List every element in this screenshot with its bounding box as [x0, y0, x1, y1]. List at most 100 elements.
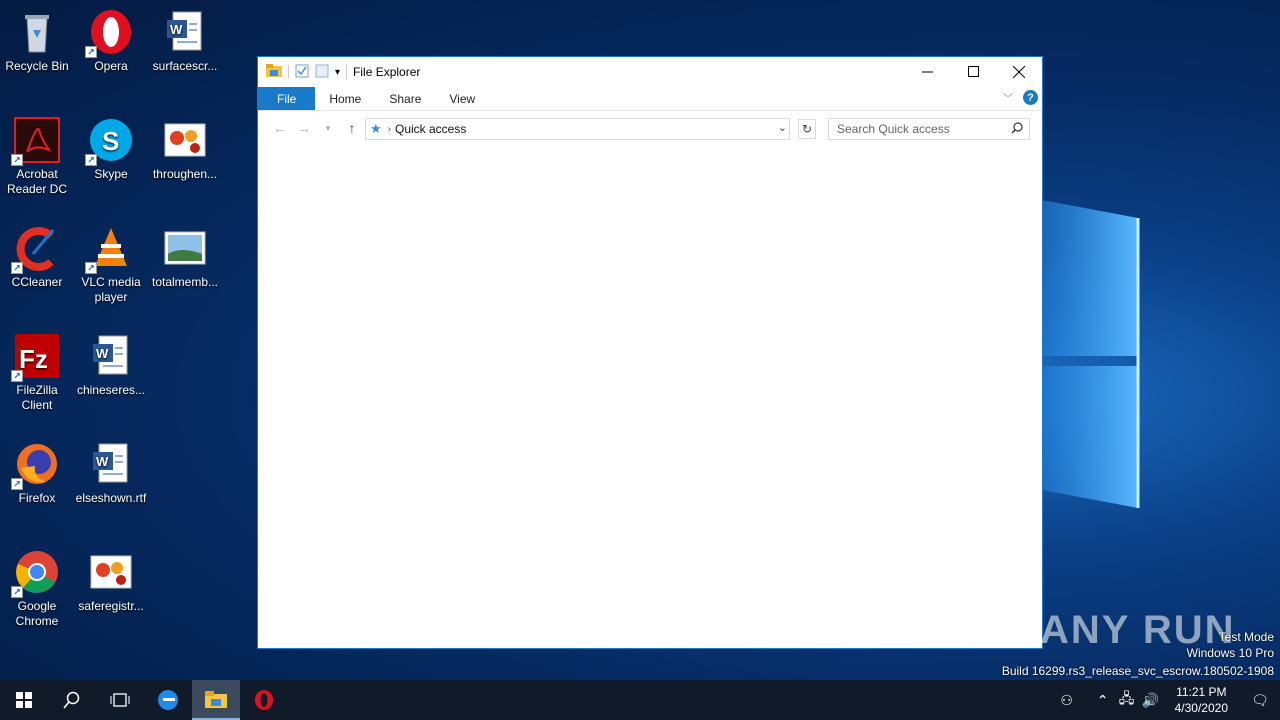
- start-button[interactable]: [0, 680, 48, 720]
- address-dropdown-icon[interactable]: ⌄: [778, 121, 787, 134]
- desktop-icon-chrome[interactable]: ↗ Google Chrome: [0, 548, 74, 629]
- shortcut-arrow-icon: ↗: [85, 154, 97, 166]
- word-document-icon: W: [87, 332, 135, 380]
- title-bar[interactable]: ▾ File Explorer: [258, 57, 1042, 87]
- tab-share[interactable]: Share: [375, 87, 435, 110]
- clock-time: 11:21 PM: [1176, 685, 1227, 699]
- desktop-icon-word-doc[interactable]: W elseshown.rtf: [74, 440, 148, 506]
- desktop-icon-label: FileZilla Client: [16, 383, 58, 412]
- expand-ribbon-chevron-icon[interactable]: ﹀: [1003, 90, 1013, 105]
- acrobat-reader-icon: ↗: [11, 116, 61, 166]
- svg-text:S: S: [102, 126, 119, 156]
- desktop-icon-image-file[interactable]: totalmemb...: [148, 224, 222, 290]
- network-icon[interactable]: 🖧: [1115, 688, 1139, 712]
- desktop-icon-label: elseshown.rtf: [75, 491, 147, 505]
- properties-icon[interactable]: [295, 64, 309, 81]
- tab-file[interactable]: File: [258, 87, 316, 110]
- desktop-icon-vlc[interactable]: ↗ VLC media player: [74, 224, 148, 305]
- svg-text:W: W: [96, 454, 109, 469]
- ccleaner-icon: ↗: [11, 224, 61, 274]
- file-explorer-window[interactable]: ▾ File Explorer File Home Share View ﹀ ?…: [257, 56, 1043, 649]
- build-info-text: Build 16299.rs3_release_svc_escrow.18050…: [1001, 664, 1274, 678]
- help-icon[interactable]: ?: [1023, 90, 1038, 105]
- tab-home[interactable]: Home: [315, 87, 375, 110]
- desktop-icon-recycle-bin[interactable]: Recycle Bin: [0, 8, 74, 74]
- tab-view[interactable]: View: [435, 87, 489, 110]
- edge-taskbar-icon[interactable]: [144, 680, 192, 720]
- desktop-icon-word-doc[interactable]: W surfacescr...: [148, 8, 222, 74]
- back-button[interactable]: ←: [268, 120, 292, 136]
- desktop-icon-label: Google Chrome: [15, 599, 59, 628]
- recent-locations-dropdown[interactable]: ▾: [316, 123, 340, 134]
- desktop-icon-acrobat[interactable]: ↗ Acrobat Reader DC: [0, 116, 74, 197]
- customize-toolbar-dropdown-icon[interactable]: ▾: [335, 67, 340, 78]
- maximize-button[interactable]: [950, 57, 996, 86]
- address-bar[interactable]: ★ › Quick access ⌄: [365, 118, 790, 140]
- breadcrumb-quick-access[interactable]: Quick access: [395, 122, 466, 136]
- shortcut-arrow-icon: ↗: [11, 586, 23, 598]
- clock-date: 4/30/2020: [1174, 701, 1228, 715]
- quick-access-star-icon: ★: [370, 121, 382, 136]
- windows-edition-text: Windows 10 Pro: [1186, 646, 1274, 660]
- desktop-icon-label: saferegistr...: [78, 599, 144, 613]
- desktop-icon-firefox[interactable]: ↗ Firefox: [0, 440, 74, 506]
- wallpaper-windows-logo: [1042, 200, 1140, 508]
- show-hidden-icons-chevron-icon[interactable]: ⌃: [1091, 692, 1115, 709]
- shortcut-arrow-icon: ↗: [85, 46, 97, 58]
- ribbon-tabs: File Home Share View ﹀ ?: [258, 87, 1042, 111]
- firefox-icon: ↗: [11, 440, 61, 490]
- recycle-bin-icon: [13, 8, 61, 56]
- skype-icon: S ↗: [85, 116, 135, 166]
- clock[interactable]: 11:21 PM 4/30/2020: [1163, 684, 1240, 716]
- vlc-icon: ↗: [85, 224, 135, 274]
- minimize-button[interactable]: [904, 57, 950, 86]
- desktop-icon-filezilla[interactable]: Fz ↗ FileZilla Client: [0, 332, 74, 413]
- desktop-icon-label: CCleaner: [11, 275, 63, 289]
- desktop-icon-label: Firefox: [18, 491, 56, 505]
- svg-text:Fz: Fz: [19, 344, 48, 374]
- quick-access-toolbar: ▾: [258, 63, 348, 81]
- image-file-icon: [87, 548, 135, 596]
- forward-button[interactable]: →: [292, 120, 316, 136]
- shortcut-arrow-icon: ↗: [11, 262, 23, 274]
- desktop-icon-image-file[interactable]: saferegistr...: [74, 548, 148, 614]
- search-icon: [1011, 122, 1023, 137]
- file-explorer-taskbar-icon[interactable]: [192, 680, 240, 720]
- divider: [288, 65, 289, 79]
- navigation-bar: ← → ▾ ↑ ★ › Quick access ⌄ ↻ Search Quic…: [258, 111, 1042, 145]
- refresh-button[interactable]: ↻: [798, 119, 816, 139]
- people-icon[interactable]: ⚇: [1055, 692, 1079, 709]
- divider: [346, 65, 348, 79]
- desktop-icon-label: chineseres...: [76, 383, 146, 397]
- volume-icon[interactable]: 🔊: [1139, 692, 1163, 709]
- close-button[interactable]: [996, 57, 1042, 86]
- shortcut-arrow-icon: ↗: [11, 370, 23, 382]
- desktop-icon-ccleaner[interactable]: ↗ CCleaner: [0, 224, 74, 290]
- taskbar: ⚇ ⌃ 🖧 🔊 11:21 PM 4/30/2020 🗨: [0, 680, 1280, 720]
- desktop-icon-label: Recycle Bin: [5, 59, 69, 73]
- search-button[interactable]: [48, 680, 96, 720]
- breadcrumb-separator-icon[interactable]: ›: [388, 124, 391, 135]
- desktop-icon-label: throughen...: [152, 167, 218, 181]
- task-view-button[interactable]: [96, 680, 144, 720]
- action-center-icon[interactable]: 🗨: [1240, 692, 1280, 709]
- up-button[interactable]: ↑: [340, 120, 364, 136]
- chrome-icon: ↗: [11, 548, 61, 598]
- content-pane[interactable]: [258, 145, 1042, 648]
- new-folder-icon[interactable]: [315, 64, 329, 81]
- desktop-icon-label: Opera: [94, 59, 128, 73]
- opera-taskbar-icon[interactable]: [240, 680, 288, 720]
- test-mode-text: Test Mode: [1218, 630, 1274, 644]
- system-tray: ⚇ ⌃ 🖧 🔊 11:21 PM 4/30/2020 🗨: [1055, 680, 1280, 720]
- desktop-icon-label: VLC media player: [81, 275, 141, 304]
- svg-text:W: W: [170, 22, 183, 37]
- filezilla-icon: Fz ↗: [11, 332, 61, 382]
- desktop-icon-word-doc[interactable]: W chineseres...: [74, 332, 148, 398]
- desktop-icon-label: surfacescr...: [152, 59, 218, 73]
- desktop-icon-opera[interactable]: ↗ Opera: [74, 8, 148, 74]
- search-input[interactable]: Search Quick access: [828, 118, 1030, 140]
- desktop-icon-image-file[interactable]: throughen...: [148, 116, 222, 182]
- shortcut-arrow-icon: ↗: [85, 262, 97, 274]
- image-file-icon: [161, 116, 209, 164]
- desktop-icon-skype[interactable]: S ↗ Skype: [74, 116, 148, 182]
